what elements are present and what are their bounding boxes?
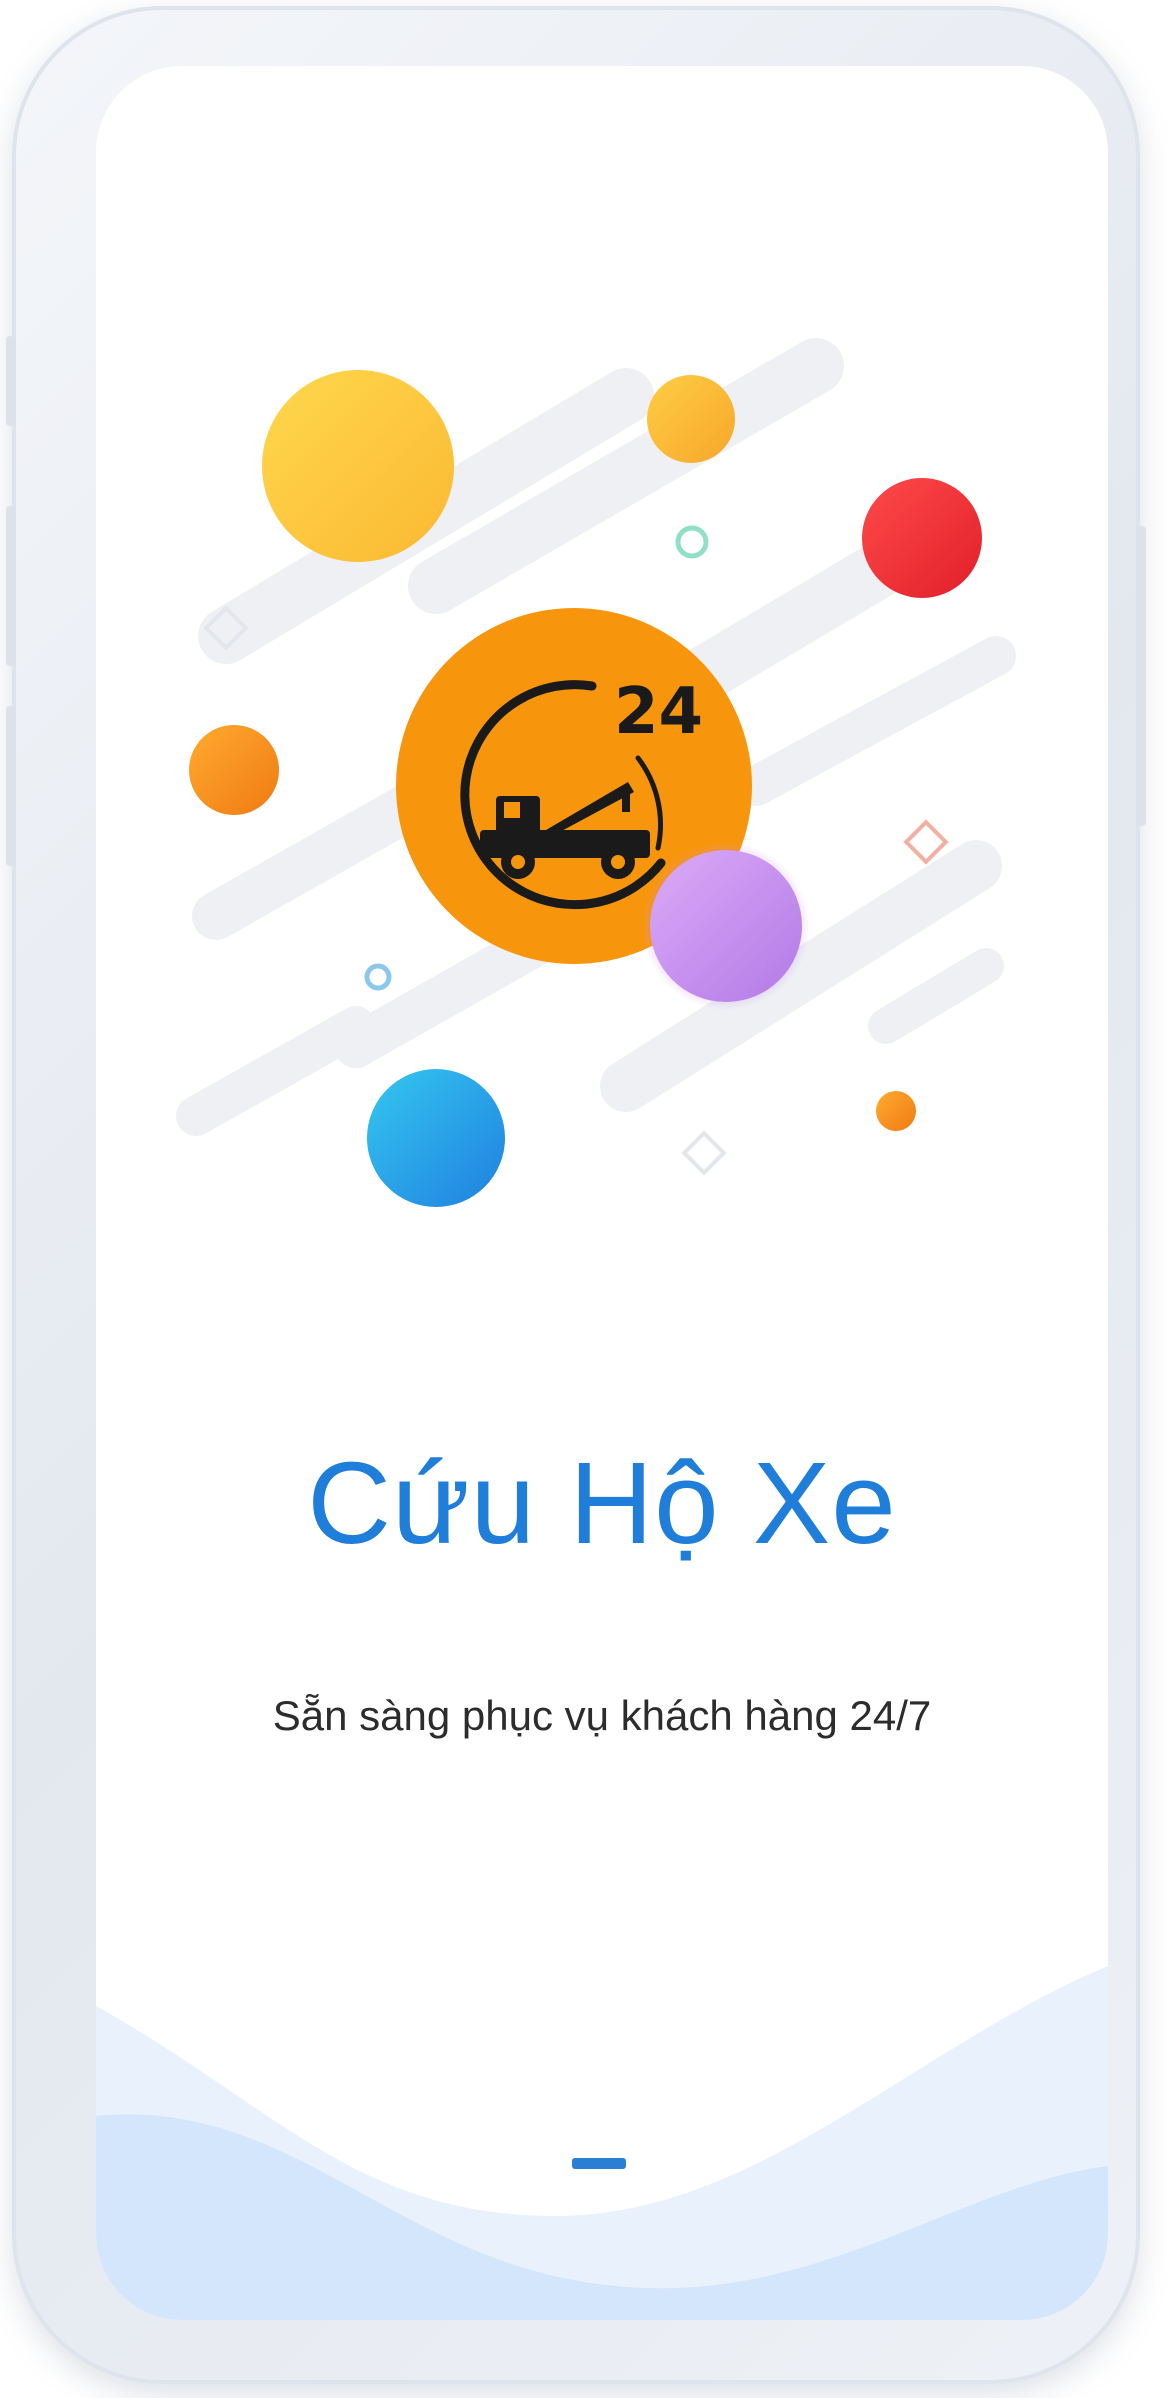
phone-volume-down-button xyxy=(6,706,16,866)
app-subtitle: Sẵn sàng phục vụ khách hàng 24/7 xyxy=(272,1692,932,1739)
splash-screen: 24 Cứu Hộ Xe Sẵn sàng phục vụ khách hàng… xyxy=(96,66,1108,2320)
phone-volume-up-button xyxy=(6,506,16,666)
diamond-pink xyxy=(903,819,949,865)
ring-green xyxy=(675,525,709,559)
bubble-orange xyxy=(189,725,279,815)
bubble-yellow-large xyxy=(262,370,454,562)
logo-badge-text: 24 xyxy=(614,675,703,749)
bubble-yellow-small xyxy=(647,375,735,463)
bottom-waves xyxy=(96,1966,1108,2320)
ring-blue xyxy=(364,963,392,991)
phone-frame: 24 Cứu Hộ Xe Sẵn sàng phục vụ khách hàng… xyxy=(6,6,1146,2384)
phone-side-button xyxy=(6,336,16,426)
page-indicator xyxy=(572,2158,626,2169)
phone-power-button xyxy=(1136,526,1146,826)
app-title: Cứu Hộ Xe xyxy=(307,1438,897,1568)
bubble-red xyxy=(862,478,982,598)
bubble-blue xyxy=(367,1069,505,1207)
diamond-grey-bottom xyxy=(681,1130,727,1176)
bubble-orange-small xyxy=(876,1091,916,1131)
bubble-purple xyxy=(642,842,810,1010)
